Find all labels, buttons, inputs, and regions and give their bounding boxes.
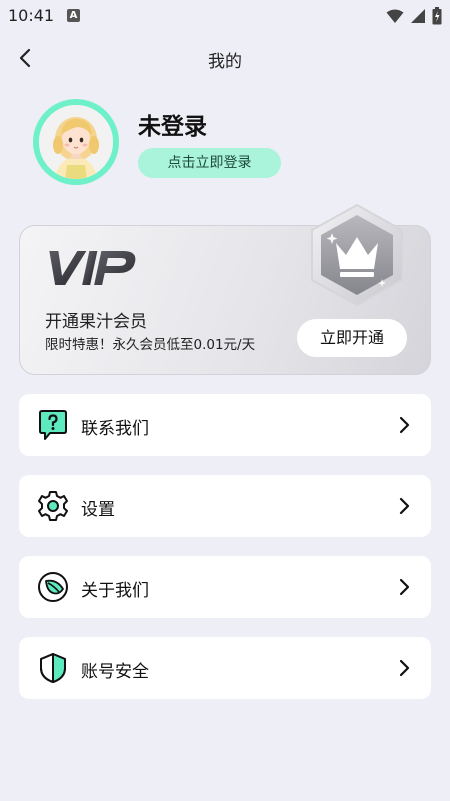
notification-badge: A	[67, 9, 80, 22]
menu-label: 账号安全	[81, 662, 149, 682]
menu-label: 关于我们	[81, 581, 149, 601]
status-time: 10:41	[8, 6, 55, 25]
vip-open-button[interactable]: 立即开通	[297, 319, 407, 357]
gear-icon	[38, 491, 68, 521]
status-icons	[386, 7, 442, 25]
battery-icon	[432, 7, 442, 25]
login-button[interactable]: 点击立即登录	[138, 148, 281, 178]
header: 我的	[0, 36, 450, 80]
avatar-image	[39, 105, 113, 179]
menu-item-about-us[interactable]: 关于我们	[19, 556, 431, 618]
chat-question-icon	[39, 410, 67, 440]
vip-card[interactable]: 开通果汁会员 限时特惠！永久会员低至0.01元/天 立即开通	[19, 203, 431, 375]
vip-logo	[49, 251, 136, 285]
menu-item-contact-us[interactable]: 联系我们	[19, 394, 431, 456]
wifi-icon	[386, 9, 404, 23]
menu-label: 联系我们	[81, 419, 149, 439]
menu-item-account-security[interactable]: 账号安全	[19, 637, 431, 699]
chevron-right-icon	[399, 578, 410, 596]
menu-item-settings[interactable]: 设置	[19, 475, 431, 537]
status-bar: 10:41 A	[0, 0, 450, 32]
chevron-right-icon	[399, 659, 410, 677]
menu-label: 设置	[81, 500, 115, 520]
vip-description: 限时特惠！永久会员低至0.01元/天	[45, 337, 256, 353]
vip-title: 开通果汁会员	[45, 312, 147, 332]
user-name: 未登录	[138, 114, 207, 140]
crown-icon	[311, 203, 403, 307]
avatar[interactable]	[33, 99, 119, 185]
shield-icon	[40, 653, 66, 683]
chevron-right-icon	[399, 416, 410, 434]
signal-icon	[411, 9, 425, 23]
page-title: 我的	[208, 52, 242, 72]
chevron-right-icon	[399, 497, 410, 515]
leaf-icon	[38, 572, 68, 602]
